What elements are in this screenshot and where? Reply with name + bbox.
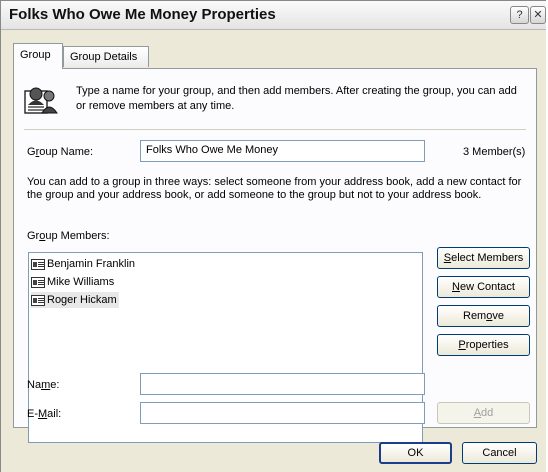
header-divider <box>24 129 526 130</box>
member-count: 3 Member(s) <box>463 146 526 158</box>
remove-button[interactable]: Remove <box>437 305 530 327</box>
group-people-icon <box>24 87 58 114</box>
header-instructions: Type a name for your group, and then add… <box>76 85 517 112</box>
add-button[interactable]: Add <box>437 402 530 424</box>
group-members-label: Group Members: <box>27 230 110 242</box>
tab-group[interactable]: Group <box>13 43 63 69</box>
tab-group-details[interactable]: Group Details <box>63 46 149 67</box>
window-title: Folks Who Owe Me Money Properties <box>9 6 276 23</box>
list-item[interactable]: Benjamin Franklin <box>31 256 137 272</box>
select-members-button[interactable]: Select Members <box>437 247 530 269</box>
list-item[interactable]: Mike Williams <box>31 274 116 290</box>
contact-card-icon <box>31 294 45 306</box>
group-tab-panel: Type a name for your group, and then add… <box>13 68 537 443</box>
name-input[interactable] <box>140 373 425 395</box>
contact-card-icon <box>31 276 45 288</box>
ok-button[interactable]: OK <box>379 442 452 464</box>
properties-button[interactable]: Properties <box>437 334 530 356</box>
group-name-input[interactable]: Folks Who Owe Me Money <box>140 140 425 162</box>
title-bar[interactable]: Folks Who Owe Me Money Properties ? ✕ <box>1 1 546 30</box>
add-instructions: You can add to a group in three ways: se… <box>27 176 522 201</box>
contact-card-icon <box>31 258 45 270</box>
help-icon[interactable]: ? <box>510 6 529 24</box>
name-label: Name: <box>27 379 60 391</box>
list-item[interactable]: Roger Hickam <box>31 292 119 308</box>
properties-dialog: Folks Who Owe Me Money Properties ? ✕ Gr… <box>0 0 546 472</box>
cancel-button[interactable]: Cancel <box>462 442 537 464</box>
close-icon[interactable]: ✕ <box>530 6 546 24</box>
group-name-label: Group Name: <box>27 146 94 158</box>
email-label: E-Mail: <box>27 408 62 420</box>
new-contact-button[interactable]: New Contact <box>437 276 530 298</box>
email-input[interactable] <box>140 402 425 424</box>
